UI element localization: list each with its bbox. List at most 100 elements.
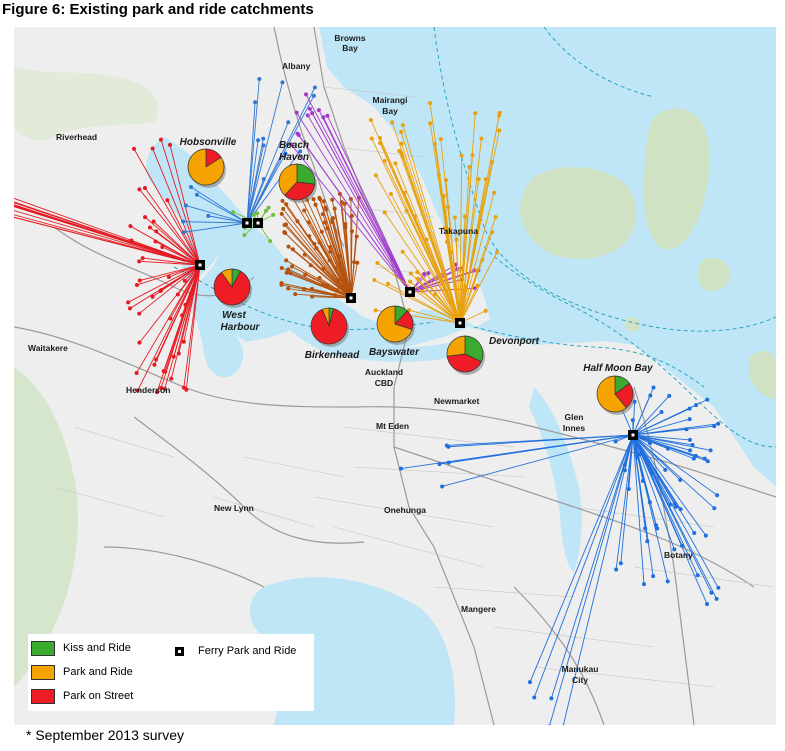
trip-origin-dot [404,208,409,213]
trip-origin-dot [282,222,287,227]
trip-origin-dot [261,143,266,148]
trip-origin-dot [622,468,627,473]
trip-origin-dot [440,484,445,489]
trip-origin-dot [618,561,623,566]
trip-origin-dot [261,177,266,182]
ferry-terminal-marker-bayswater[interactable] [405,287,415,297]
trip-origin-dot [475,283,480,288]
trip-origin-dot [378,135,383,140]
legend-swatch-street [31,688,55,704]
figure-title: Figure 6: Existing park and ride catchme… [2,1,314,18]
terminal-label-hobsonville: Hobsonville [180,137,237,148]
label-takapuna: Takapuna [439,226,478,236]
label-mairangi-bay-1: Mairangi [373,95,408,105]
trip-origin-dot [330,219,335,224]
trip-origin-dot [160,244,165,249]
trip-origin-dot [459,153,464,158]
trip-origin-dot [549,696,554,701]
trip-origin-dot [330,197,335,202]
trip-origin-dot [321,199,326,204]
trip-origin-dot [479,136,484,141]
trip-origin-dot [271,212,276,217]
trip-origin-dot [137,340,142,345]
trip-origin-dot [369,136,374,141]
trip-origin-dot [279,265,284,270]
trip-origin-dot [492,190,497,195]
trip-origin-dot [159,288,164,293]
trip-origin-dot [312,85,317,90]
label-manukau-city-2: City [572,675,588,685]
trip-origin-dot [532,695,537,700]
trip-origin-dot [382,210,387,215]
trip-origin-dot [296,132,301,137]
trip-origin-dot [171,354,176,359]
trip-origin-dot [382,158,387,163]
trip-origin-dot [441,193,446,198]
ferry-park-and-ride-icon [175,646,184,656]
trip-origin-dot [284,270,289,275]
map-panel[interactable]: Browns Bay Albany Mairangi Bay Riverhead… [14,27,776,725]
terminal-label-devonport: Devonport [489,336,540,347]
trip-origin-dot [483,308,488,313]
terminal-label-beach-haven-2: Haven [279,152,309,163]
trip-origin-dot [194,192,199,197]
legend-swatch-park [31,664,55,680]
trip-origin-dot [253,100,258,105]
trip-origin-dot [354,234,359,239]
trip-origin-dot [692,531,697,536]
trip-origin-dot [458,267,463,272]
trip-origin-dot [293,292,298,297]
trip-origin-dot [687,417,692,422]
label-newmarket: Newmarket [434,396,480,406]
terminal-label-half-moon-bay: Half Moon Bay [583,363,653,374]
trip-origin-dot [321,115,326,120]
footnote: * September 2013 survey [26,727,184,743]
legend-label-ferry: Ferry Park and Ride [198,645,297,657]
trip-origin-dot [134,282,139,287]
trip-origin-dot [313,202,318,207]
ferry-terminal-marker-hobsonville[interactable] [242,218,252,228]
trip-origin-dot [280,198,285,203]
trip-origin-dot [311,93,316,98]
trip-origin-dot [142,185,147,190]
trip-origin-dot [324,207,329,212]
label-albany: Albany [282,61,311,71]
trip-origin-dot [480,257,485,262]
label-botany: Botany [664,550,693,560]
trip-origin-dot [343,221,348,226]
trip-origin-dot [279,211,284,216]
trip-origin-dot [613,439,618,444]
terminal-label-beach-haven-1: Beach [279,140,309,151]
trip-origin-dot [490,230,495,235]
trip-origin-dot [695,573,700,578]
trip-origin-dot [169,376,174,381]
trip-origin-dot [137,278,142,283]
trip-origin-dot [654,523,659,528]
trip-origin-dot [663,467,668,472]
ferry-terminal-marker-half-moon-bay[interactable] [628,430,638,440]
map-canvas[interactable]: Browns Bay Albany Mairangi Bay Riverhead… [14,27,776,725]
label-new-lynn: New Lynn [214,503,254,513]
label-mt-eden: Mt Eden [376,421,409,431]
trip-origin-dot [388,191,393,196]
trip-origin-dot [645,539,650,544]
trip-origin-dot [709,590,714,595]
trip-origin-dot [355,260,360,265]
trip-origin-dot [408,279,413,284]
trip-origin-dot [147,225,152,230]
trip-origin-dot [497,128,502,133]
trip-origin-dot [715,493,720,498]
trip-origin-dot [408,271,413,276]
trip-origin-dot [304,92,309,97]
ferry-terminal-marker-beach-haven[interactable] [253,218,263,228]
trip-origin-dot [641,582,646,587]
trip-origin-dot [667,393,672,398]
trip-origin-dot [428,101,433,106]
trip-origin-dot [137,187,142,192]
ferry-terminal-marker-birkenhead[interactable] [346,293,356,303]
trip-origin-dot [400,122,405,127]
ferry-terminal-marker-west-harbour[interactable] [195,260,205,270]
ferry-terminal-marker-devonport[interactable] [455,318,465,328]
trip-origin-dot [494,250,499,255]
trip-origin-dot [665,579,670,584]
